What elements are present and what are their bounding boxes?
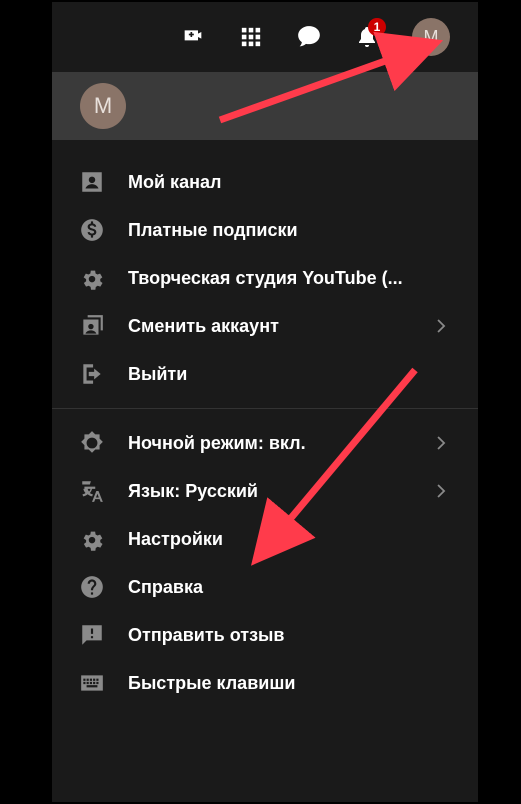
- menu-label: Мой канал: [128, 172, 452, 193]
- chevron-right-icon: [432, 316, 452, 336]
- menu-item-sign-out[interactable]: Выйти: [52, 350, 478, 398]
- menu-item-send-feedback[interactable]: Отправить отзыв: [52, 611, 478, 659]
- menu-label: Отправить отзыв: [128, 625, 452, 646]
- menu-label: Платные подписки: [128, 220, 452, 241]
- menu-item-settings[interactable]: Настройки: [52, 515, 478, 563]
- account-menu: Мой канал Платные подписки Творческая ст…: [52, 140, 478, 725]
- menu-item-help[interactable]: Справка: [52, 563, 478, 611]
- menu-divider: [52, 408, 478, 409]
- avatar[interactable]: M: [412, 18, 450, 56]
- menu-item-my-channel[interactable]: Мой канал: [52, 158, 478, 206]
- keyboard-icon: [78, 669, 106, 697]
- upload-video-icon[interactable]: [180, 24, 206, 50]
- menu-label: Сменить аккаунт: [128, 316, 410, 337]
- chevron-right-icon: [432, 481, 452, 501]
- menu-label: Творческая студия YouTube (...: [128, 268, 452, 289]
- menu-label: Ночной режим: вкл.: [128, 433, 410, 454]
- dollar-circle-icon: [78, 216, 106, 244]
- menu-label: Язык: Русский: [128, 481, 410, 502]
- profile-avatar[interactable]: M: [80, 83, 126, 129]
- apps-grid-icon[interactable]: [238, 24, 264, 50]
- menu-label: Настройки: [128, 529, 452, 550]
- messages-icon[interactable]: [296, 24, 322, 50]
- chevron-right-icon: [432, 433, 452, 453]
- gear-icon: [78, 264, 106, 292]
- notification-badge: 1: [368, 18, 386, 36]
- feedback-icon: [78, 621, 106, 649]
- help-circle-icon: [78, 573, 106, 601]
- menu-item-language[interactable]: Язык: Русский: [52, 467, 478, 515]
- exit-icon: [78, 360, 106, 388]
- menu-item-studio[interactable]: Творческая студия YouTube (...: [52, 254, 478, 302]
- menu-item-dark-theme[interactable]: Ночной режим: вкл.: [52, 419, 478, 467]
- menu-item-paid-memberships[interactable]: Платные подписки: [52, 206, 478, 254]
- person-box-icon: [78, 168, 106, 196]
- topbar: 1 M: [52, 2, 478, 72]
- menu-item-keyboard-shortcuts[interactable]: Быстрые клавиши: [52, 659, 478, 707]
- menu-item-switch-account[interactable]: Сменить аккаунт: [52, 302, 478, 350]
- profile-header: M: [52, 72, 478, 140]
- gear-icon: [78, 525, 106, 553]
- menu-label: Справка: [128, 577, 452, 598]
- notifications-icon[interactable]: 1: [354, 24, 380, 50]
- brightness-icon: [78, 429, 106, 457]
- switch-account-icon: [78, 312, 106, 340]
- menu-label: Выйти: [128, 364, 452, 385]
- translate-icon: [78, 477, 106, 505]
- menu-label: Быстрые клавиши: [128, 673, 452, 694]
